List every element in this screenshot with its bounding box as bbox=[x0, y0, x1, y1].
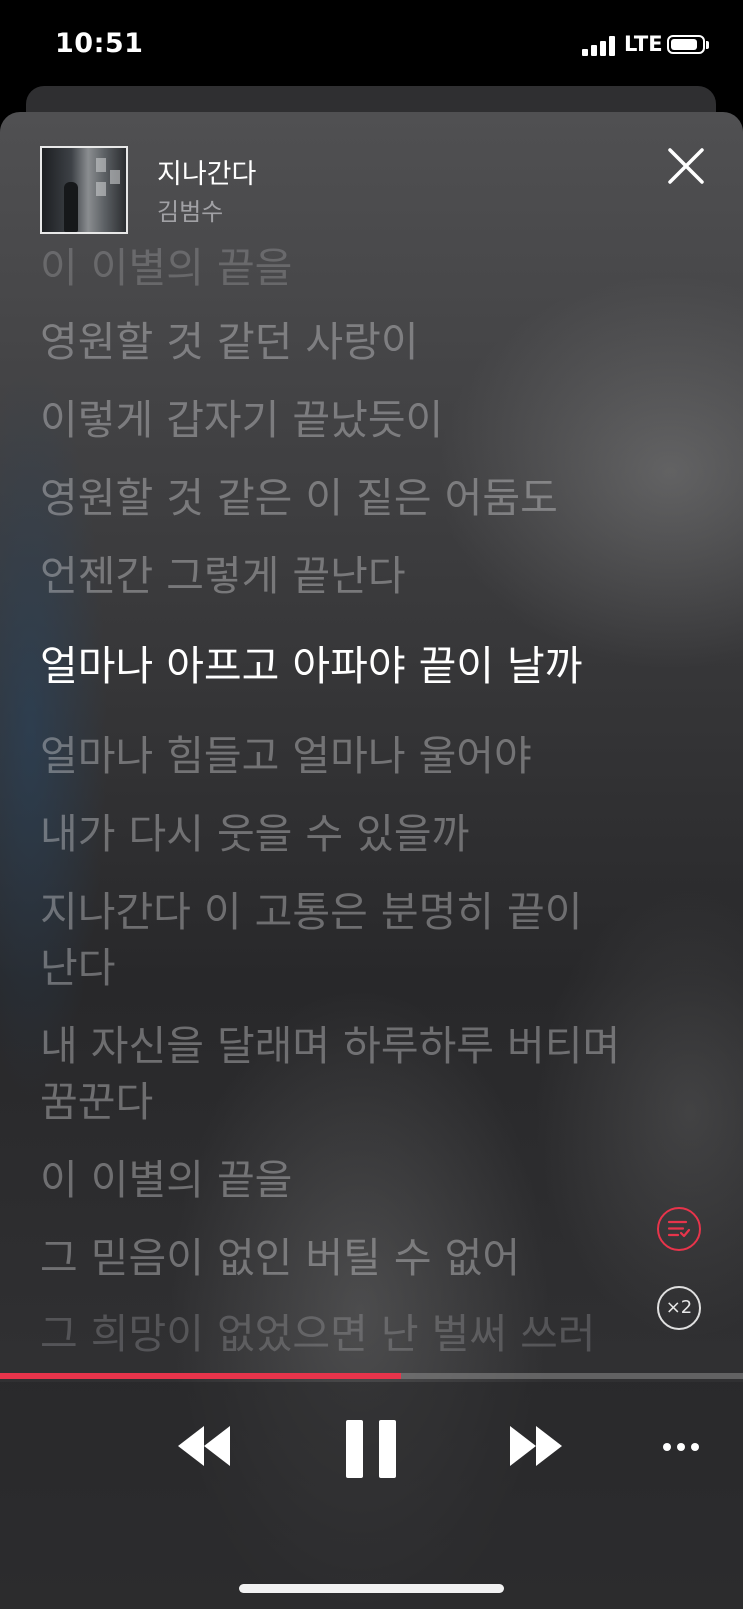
lyric-line[interactable]: 내 자신을 달래며 하루하루 버티며 꿈꾼다 bbox=[40, 1018, 640, 1130]
home-indicator[interactable] bbox=[239, 1584, 504, 1593]
battery-icon bbox=[667, 35, 705, 54]
lyric-line[interactable]: 그 희망이 없었으면 난 벌써 쓰러 bbox=[40, 1306, 640, 1362]
status-bar: 10:51 LTE bbox=[0, 0, 743, 90]
lyric-line[interactable]: 내가 다시 웃을 수 있을까 bbox=[40, 806, 640, 862]
now-playing-header: 지나간다 김범수 bbox=[0, 112, 743, 248]
lyric-line[interactable]: 지나간다 이 고통은 분명히 끝이 난다 bbox=[40, 884, 640, 996]
progress-bar[interactable] bbox=[0, 1373, 743, 1379]
fast-forward-button[interactable] bbox=[508, 1424, 564, 1468]
lyric-line[interactable]: 그 믿음이 없인 버틸 수 없어 bbox=[40, 1230, 640, 1286]
lyric-line[interactable]: 영원할 것 같은 이 짙은 어둠도 bbox=[40, 470, 640, 526]
lyric-line[interactable]: 이 이별의 끝을 bbox=[40, 1152, 640, 1208]
battery-level bbox=[671, 39, 697, 50]
lyric-line[interactable]: 얼마나 힘들고 얼마나 울어야 bbox=[40, 728, 640, 784]
battery-tip bbox=[706, 41, 709, 49]
progress-fill bbox=[0, 1373, 402, 1379]
queue-button[interactable] bbox=[657, 1207, 701, 1251]
lyric-line[interactable]: 언젠간 그렇게 끝난다 bbox=[40, 548, 640, 604]
lyric-line[interactable]: 영원할 것 같던 사랑이 bbox=[40, 314, 640, 370]
pause-icon bbox=[346, 1420, 396, 1478]
now-playing-sheet: 이 이별의 끝을 영원할 것 같던 사랑이 이렇게 갑자기 끝났듯이 영원할 것 같은… bbox=[0, 112, 743, 1609]
playback-controls bbox=[0, 1382, 743, 1609]
playback-speed-button[interactable]: ×2 bbox=[657, 1286, 701, 1330]
lyrics-view[interactable]: 이 이별의 끝을 영원할 것 같던 사랑이 이렇게 갑자기 끝났듯이 영원할 것 같은… bbox=[0, 112, 743, 1382]
lyric-line-current[interactable]: 얼마나 아프고 아파야 끝이 날까 bbox=[40, 638, 640, 694]
close-icon bbox=[668, 148, 704, 184]
close-button[interactable] bbox=[664, 144, 708, 188]
queue-icon bbox=[667, 1220, 691, 1238]
track-title: 지나간다 bbox=[157, 159, 257, 190]
more-icon bbox=[663, 1443, 699, 1451]
more-button[interactable] bbox=[661, 1438, 701, 1451]
track-artist: 김범수 bbox=[157, 198, 224, 226]
rewind-icon bbox=[178, 1426, 230, 1466]
lyric-line[interactable]: 이 이별의 끝을 bbox=[40, 240, 640, 296]
network-label: LTE bbox=[624, 32, 663, 56]
album-artwork bbox=[40, 146, 128, 234]
signal-icon bbox=[582, 36, 618, 56]
lyric-line[interactable]: 이렇게 갑자기 끝났듯이 bbox=[40, 392, 640, 448]
status-time: 10:51 bbox=[55, 28, 144, 59]
fast-forward-icon bbox=[510, 1426, 562, 1466]
rewind-button[interactable] bbox=[176, 1424, 232, 1468]
pause-button[interactable] bbox=[344, 1418, 398, 1480]
